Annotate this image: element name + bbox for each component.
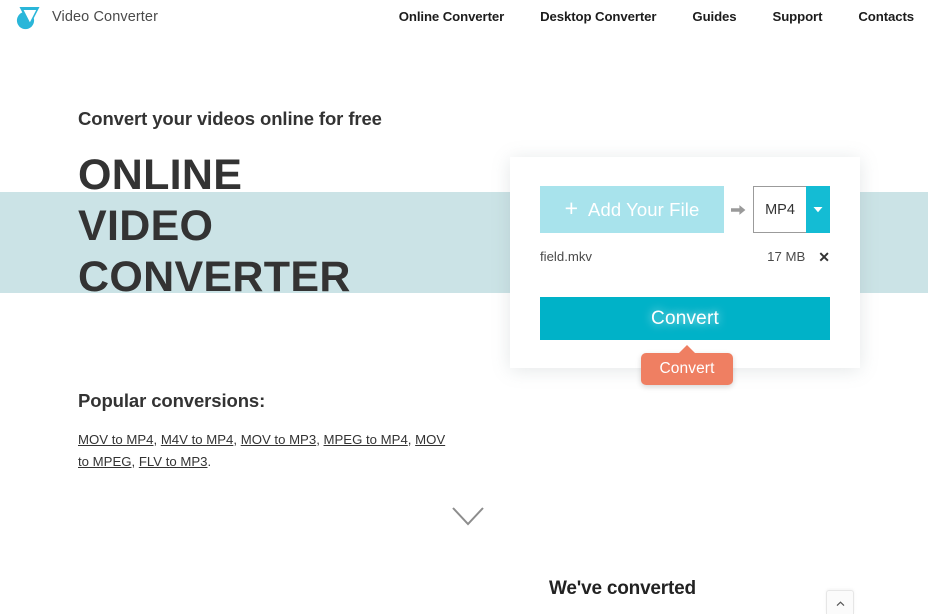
convert-button[interactable]: Convert <box>540 297 830 340</box>
list-separator: , <box>131 453 139 469</box>
popular-conversions-list: MOV to MP4, M4V to MP4, MOV to MP3, MPEG… <box>78 429 448 472</box>
hero-title-line-1: ONLINE <box>78 151 243 199</box>
hero-kicker: Convert your videos online for free <box>78 108 382 129</box>
list-separator: , <box>233 432 241 447</box>
list-separator: , <box>153 432 161 447</box>
hero-section: Convert your videos online for free ONLI… <box>78 108 382 303</box>
hero-title-line-3: CONVERTER <box>78 253 351 301</box>
nav-item-desktop-converter[interactable]: Desktop Converter <box>540 5 656 28</box>
list-separator: , <box>316 432 324 447</box>
brand-logo-link[interactable]: Video Converter <box>12 2 158 32</box>
converter-card-body: + Add Your File MP4 field.mkv 17 MB ✕ <box>510 157 860 279</box>
file-size: 17 MB <box>767 249 806 264</box>
file-name: field.mkv <box>540 249 593 264</box>
site-header: Video Converter Online Converter Desktop… <box>0 0 928 33</box>
plus-icon: + <box>564 195 579 221</box>
popular-link-mov-to-mp4[interactable]: MOV to MP4 <box>78 432 153 447</box>
nav-item-online-converter[interactable]: Online Converter <box>399 5 504 28</box>
nav-item-contacts[interactable]: Contacts <box>858 5 914 28</box>
nav-item-support[interactable]: Support <box>773 5 823 28</box>
hero-title-line-2: VIDEO <box>78 202 214 250</box>
chevron-down-icon[interactable] <box>806 186 830 233</box>
chevron-up-icon <box>836 594 845 612</box>
convert-tooltip-label: Convert <box>659 360 715 377</box>
video-converter-logo-icon <box>12 2 43 32</box>
popular-link-mpeg-to-mp4[interactable]: MPEG to MP4 <box>324 432 408 447</box>
popular-link-flv-to-mp3[interactable]: FLV to MP3 <box>139 454 208 469</box>
nav-item-guides[interactable]: Guides <box>692 5 736 28</box>
add-file-label: Add Your File <box>588 198 700 220</box>
popular-conversions-section: Popular conversions: MOV to MP4, M4V to … <box>78 390 458 472</box>
popular-link-mov-to-mp3[interactable]: MOV to MP3 <box>241 432 316 447</box>
page-title: ONLINE VIDEO CONVERTER <box>78 150 382 303</box>
output-format-value[interactable]: MP4 <box>753 186 806 233</box>
scroll-to-top-button[interactable] <box>826 590 854 614</box>
list-terminator: . <box>207 453 212 469</box>
file-list-item: field.mkv 17 MB ✕ <box>540 234 830 279</box>
close-icon[interactable]: ✕ <box>818 250 830 264</box>
add-file-button[interactable]: + Add Your File <box>540 186 724 233</box>
converted-section-heading: We've converted <box>549 578 696 599</box>
convert-tooltip: Convert <box>641 345 733 385</box>
popular-link-m4v-to-mp4[interactable]: M4V to MP4 <box>161 432 234 447</box>
popular-conversions-title: Popular conversions: <box>78 390 266 411</box>
output-format-select[interactable]: MP4 <box>753 186 830 233</box>
converter-card: + Add Your File MP4 field.mkv 17 MB ✕ Co… <box>510 157 860 368</box>
arrow-right-icon <box>724 186 753 233</box>
brand-name: Video Converter <box>52 8 159 25</box>
converter-input-row: + Add Your File MP4 <box>540 186 830 233</box>
scroll-down-chevron-icon[interactable] <box>451 505 485 527</box>
main-navigation: Online Converter Desktop Converter Guide… <box>399 5 914 28</box>
